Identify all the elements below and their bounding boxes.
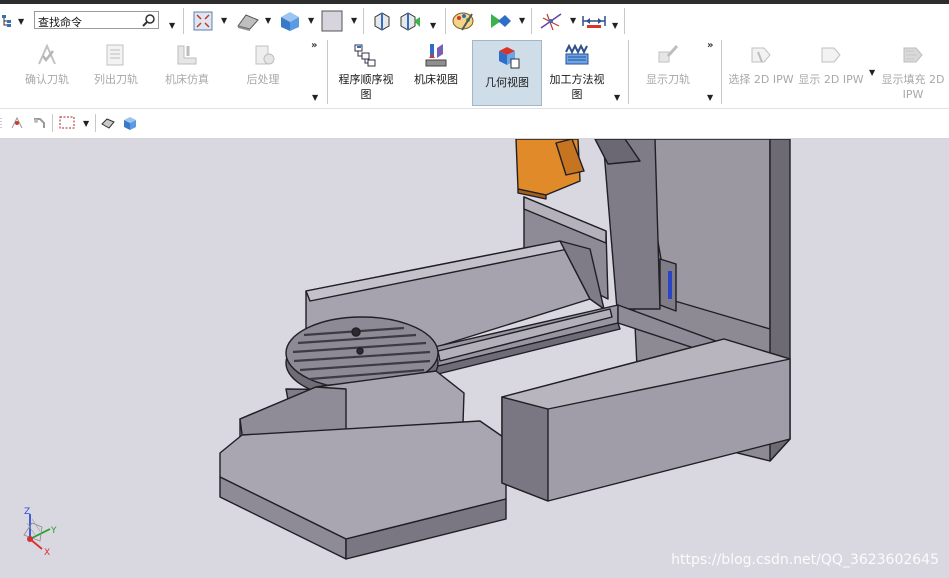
machine-model: Z Y X	[23, 139, 791, 560]
edit-section-icon[interactable]	[397, 10, 423, 32]
list-toolpath-label: 列出刀轨	[94, 73, 138, 86]
machine-sim-icon	[174, 42, 200, 71]
graphics-viewport[interactable]: Z Y X https://blog.csdn.net/QQ_362360264…	[0, 139, 949, 578]
display-2d-ipw-icon	[818, 42, 844, 71]
machining-method-view-icon	[563, 42, 591, 71]
display-filled-2d-ipw-button[interactable]: 显示填充 2D IPW	[878, 38, 948, 104]
select-2d-ipw-button[interactable]: 选择 2D IPW	[727, 38, 795, 104]
machine-view-icon	[423, 42, 449, 71]
machining-method-view-label-2: 图	[571, 88, 583, 101]
verify-toolpath-label: 确认刀轨	[25, 73, 69, 86]
ipw-dropdown-arrow-icon[interactable]: ▼	[869, 68, 875, 77]
group-more-chevron-icon[interactable]: »	[311, 40, 317, 51]
postprocess-icon	[250, 42, 276, 71]
palette-icon[interactable]	[451, 9, 477, 33]
measure-dropdown-arrow-icon[interactable]: ▼	[612, 21, 618, 30]
selection-toolbar: ▼	[0, 109, 949, 139]
triad-z-label: Z	[24, 507, 30, 517]
postprocess-button[interactable]: 后处理	[235, 38, 291, 104]
show-hide-icon[interactable]	[487, 9, 513, 33]
triad-x-label: X	[44, 548, 50, 558]
display-2d-ipw-label: 显示 2D IPW	[798, 73, 864, 86]
triad-y-label: Y	[50, 526, 57, 536]
machine-view-button[interactable]: 机床视图	[405, 38, 467, 104]
machining-method-view-button[interactable]: 加工方法视图	[545, 38, 609, 104]
display-filled-2d-ipw-label-1: 显示填充 2D	[881, 73, 945, 86]
verify-toolpath-icon	[35, 42, 59, 71]
list-toolpath-button[interactable]: 列出刀轨	[86, 38, 146, 104]
list-toolpath-icon	[104, 42, 128, 71]
section-view-icon[interactable]	[371, 10, 393, 32]
solid-body-icon[interactable]	[99, 115, 117, 131]
machining-method-view-label-1: 加工方法视	[549, 73, 605, 86]
snap-point-icon[interactable]	[8, 115, 26, 131]
background-dropdown-arrow-icon[interactable]: ▼	[351, 16, 357, 25]
program-order-view-button[interactable]: 程序顺序视图	[333, 38, 399, 104]
select-2d-ipw-label: 选择 2D IPW	[728, 73, 794, 86]
wcs-triad-icon	[23, 514, 51, 550]
fit-dropdown-arrow-icon[interactable]: ▼	[221, 16, 227, 25]
display-toolpath-label: 显示刀轨	[646, 73, 690, 86]
orient-dropdown-arrow-icon[interactable]: ▼	[308, 16, 314, 25]
render-dropdown-arrow-icon[interactable]: ▼	[265, 16, 271, 25]
search-dropdown-arrow-icon[interactable]: ▼	[169, 21, 175, 30]
display-filled-2d-ipw-label-2: IPW	[902, 88, 924, 101]
geometry-view-label: 几何视图	[485, 76, 529, 89]
toolpath-more-chevron-icon[interactable]: »	[707, 40, 713, 51]
machine-view-label: 机床视图	[414, 73, 458, 86]
display-toolpath-icon	[655, 42, 681, 71]
search-placeholder: 查找命令	[38, 16, 82, 29]
show-hide-dropdown-arrow-icon[interactable]: ▼	[519, 16, 525, 25]
blog-watermark: https://blog.csdn.net/QQ_3623602645	[671, 552, 939, 568]
display-filled-2d-ipw-icon	[900, 42, 926, 71]
postprocess-label: 后处理	[246, 73, 280, 86]
geometry-view-button[interactable]: 几何视图	[472, 40, 542, 106]
machine-sim-button[interactable]: 机床仿真	[156, 38, 218, 104]
orient-view-icon[interactable]	[277, 9, 303, 33]
toolpath-dropdown-arrow-icon[interactable]: ▼	[707, 93, 713, 102]
ribbon-group-operations: 确认刀轨 列出刀轨 机床仿真 » 后处理 ▼ 程序顺序视图 机床视图 几何视图 …	[0, 38, 949, 109]
toolbar-grip-icon	[0, 116, 4, 130]
fit-view-icon[interactable]	[192, 10, 214, 32]
wcs-icon[interactable]	[538, 9, 564, 33]
measure-icon[interactable]	[580, 12, 608, 30]
program-order-view-label-2: 图	[360, 88, 372, 101]
snap-tool-icon[interactable]	[30, 115, 48, 131]
machine-sim-label: 机床仿真	[165, 73, 209, 86]
view-group-dropdown-arrow-icon[interactable]: ▼	[614, 93, 620, 102]
nav-dropdown-arrow-icon[interactable]: ▼	[18, 17, 24, 26]
display-2d-ipw-button[interactable]: 显示 2D IPW	[796, 38, 866, 104]
command-search-input[interactable]: 查找命令	[34, 11, 159, 29]
rectangle-select-icon[interactable]	[57, 115, 77, 131]
wcs-dropdown-arrow-icon[interactable]: ▼	[570, 16, 576, 25]
quick-access-toolbar: ▼ 查找命令 ▼ ▼ ▼ ▼ ▼ ▼ ▼ ▼ ▼	[0, 4, 949, 39]
geometry-view-icon	[493, 45, 521, 74]
background-icon[interactable]	[320, 9, 344, 33]
select-dropdown-arrow-icon[interactable]: ▼	[83, 119, 89, 128]
program-order-view-label-1: 程序顺序视	[338, 73, 394, 86]
display-toolpath-button[interactable]: 显示刀轨	[637, 38, 699, 104]
component-icon[interactable]	[121, 115, 139, 131]
render-style-icon[interactable]	[234, 10, 262, 32]
assembly-nav-icon[interactable]	[0, 13, 14, 29]
section-dropdown-arrow-icon[interactable]: ▼	[430, 21, 436, 30]
select-2d-ipw-icon	[748, 42, 774, 71]
search-icon[interactable]	[142, 13, 156, 27]
program-order-view-icon	[353, 42, 379, 71]
verify-toolpath-button[interactable]: 确认刀轨	[17, 38, 77, 104]
group-dropdown-arrow-icon[interactable]: ▼	[312, 93, 318, 102]
